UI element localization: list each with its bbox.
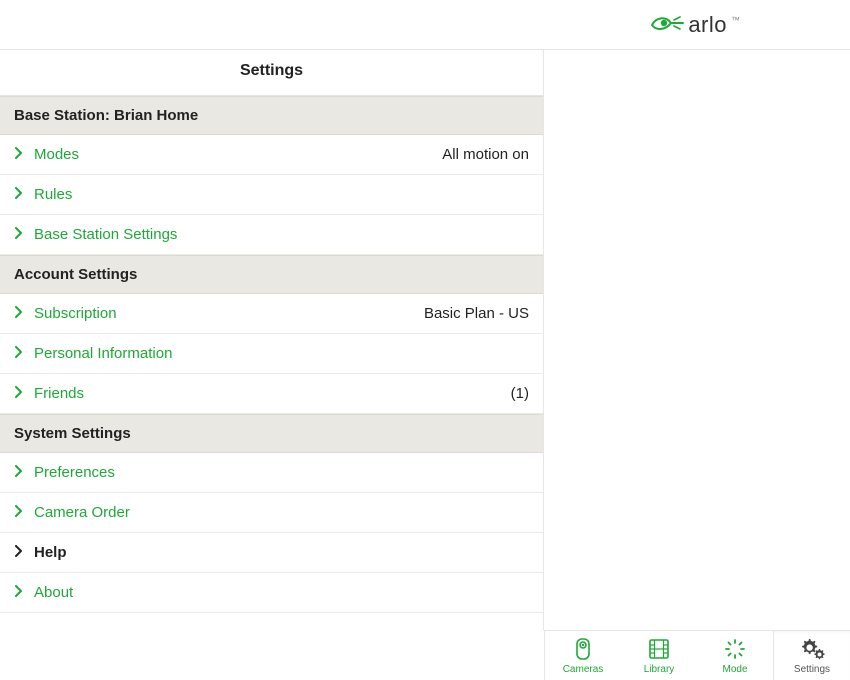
row-value: Basic Plan - US: [424, 305, 529, 322]
section-header-account: Account Settings: [0, 255, 543, 294]
chevron-right-icon: [14, 385, 28, 402]
tab-settings[interactable]: Settings: [773, 631, 850, 680]
row-friends[interactable]: Friends (1): [0, 374, 543, 414]
row-label: Friends: [34, 385, 84, 402]
row-label: Base Station Settings: [34, 226, 177, 243]
page-title: Settings: [0, 50, 543, 96]
tab-cameras[interactable]: Cameras: [545, 631, 621, 680]
section-header-system: System Settings: [0, 414, 543, 453]
arlo-eye-icon: [650, 13, 684, 38]
film-icon: [647, 636, 671, 662]
row-personal-info[interactable]: Personal Information: [0, 334, 543, 374]
row-value: All motion on: [442, 146, 529, 163]
row-label: Subscription: [34, 305, 117, 322]
brand-logo: arlo ™: [650, 12, 740, 38]
row-label: Help: [34, 544, 67, 561]
row-label: Rules: [34, 186, 72, 203]
camera-icon: [573, 636, 593, 662]
tab-label: Mode: [722, 664, 747, 675]
chevron-right-icon: [14, 464, 28, 481]
spinner-icon: [723, 636, 747, 662]
row-label: Preferences: [34, 464, 115, 481]
chevron-right-icon: [14, 345, 28, 362]
chevron-right-icon: [14, 146, 28, 163]
chevron-right-icon: [14, 226, 28, 243]
row-value: (1): [511, 385, 529, 402]
tab-label: Cameras: [563, 664, 604, 675]
gear-icon: [798, 636, 826, 662]
top-header: arlo ™: [0, 0, 850, 50]
row-about[interactable]: About: [0, 573, 543, 613]
row-label: About: [34, 584, 73, 601]
row-label: Modes: [34, 146, 79, 163]
tab-label: Settings: [794, 664, 830, 675]
chevron-right-icon: [14, 504, 28, 521]
chevron-right-icon: [14, 544, 28, 561]
row-modes[interactable]: Modes All motion on: [0, 135, 543, 175]
row-help[interactable]: Help: [0, 533, 543, 573]
row-label: Personal Information: [34, 345, 172, 362]
section-header-base-station: Base Station: Brian Home: [0, 96, 543, 135]
bottom-toolbar: Cameras Library: [544, 630, 850, 680]
settings-panel: Settings Base Station: Brian Home Modes …: [0, 50, 544, 630]
trademark-icon: ™: [731, 15, 740, 25]
row-preferences[interactable]: Preferences: [0, 453, 543, 493]
brand-name: arlo: [688, 12, 727, 38]
row-subscription[interactable]: Subscription Basic Plan - US: [0, 294, 543, 334]
row-base-station-settings[interactable]: Base Station Settings: [0, 215, 543, 255]
row-rules[interactable]: Rules: [0, 175, 543, 215]
tab-mode[interactable]: Mode: [697, 631, 773, 680]
row-label: Camera Order: [34, 504, 130, 521]
tab-label: Library: [644, 664, 675, 675]
chevron-right-icon: [14, 186, 28, 203]
chevron-right-icon: [14, 584, 28, 601]
tab-library[interactable]: Library: [621, 631, 697, 680]
chevron-right-icon: [14, 305, 28, 322]
row-camera-order[interactable]: Camera Order: [0, 493, 543, 533]
